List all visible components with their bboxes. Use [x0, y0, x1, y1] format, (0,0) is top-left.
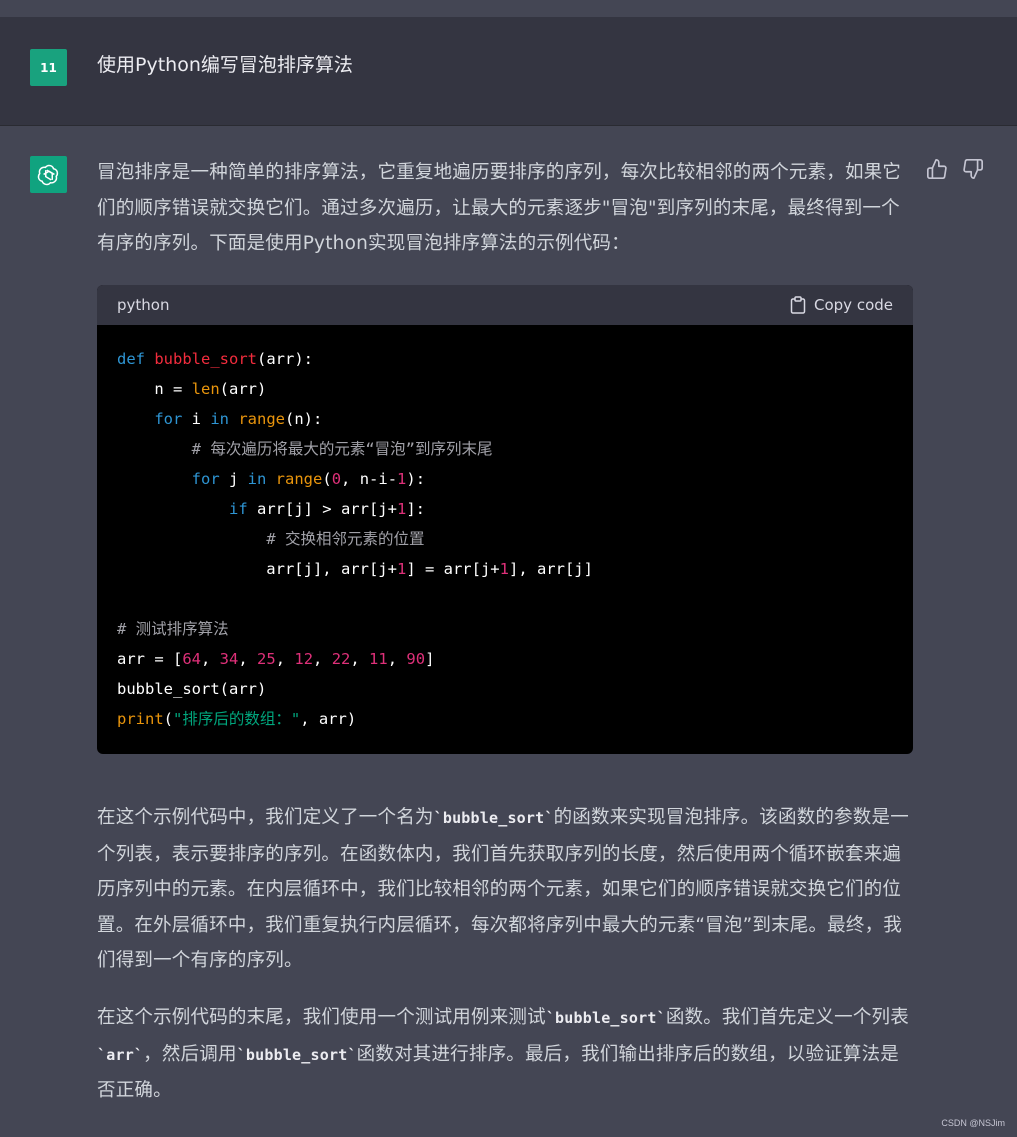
text-span: ，然后调用	[143, 1043, 237, 1065]
text-span: 函数。我们首先定义一个列表	[665, 1007, 909, 1028]
explanation-paragraph-1: 在这个示例代码中，我们定义了一个名为`bubble_sort`的函数来实现冒泡排…	[97, 800, 917, 979]
code-line: arr = [64, 34, 25, 12, 22, 11, 90]	[117, 650, 435, 668]
clipboard-icon	[790, 296, 806, 314]
code-line: arr[j], arr[j+1] = arr[j+1], arr[j]	[117, 560, 593, 578]
code-line: print("排序后的数组：", arr)	[117, 710, 357, 728]
inline-code: `bubble_sort`	[545, 1009, 666, 1027]
code-line: for j in range(0, n-i-1):	[191, 470, 426, 488]
text-span: 的函数来实现冒泡排序。该函数的参数是一个列表，表示要排序的序列。在函数体内，我们…	[97, 807, 909, 971]
code-line: # 测试排序算法	[117, 620, 229, 638]
code-line: if arr[j] > arr[j+1]:	[228, 500, 425, 518]
user-avatar: 11	[30, 49, 67, 86]
code-block: python Copy code def bubble_sort(arr): n…	[97, 285, 913, 754]
thumbs-up-icon[interactable]	[926, 158, 948, 180]
code-line: bubble_sort(arr)	[117, 680, 267, 698]
code-language-label: python	[117, 296, 170, 314]
code-line: # 交换相邻元素的位置	[266, 530, 425, 548]
explanation-paragraph-2: 在这个示例代码的末尾，我们使用一个测试用例来测试`bubble_sort`函数。…	[97, 1000, 917, 1109]
copy-code-label: Copy code	[814, 296, 893, 314]
inline-code: `bubble_sort`	[433, 809, 554, 827]
code-line: def bubble_sort(arr):	[117, 350, 313, 368]
assistant-intro-text: 冒泡排序是一种简单的排序算法，它重复地遍历要排序的序列，每次比较相邻的两个元素，…	[97, 162, 902, 254]
code-line: # 每次遍历将最大的元素“冒泡”到序列末尾	[191, 440, 493, 458]
text-span: 在这个示例代码中，我们定义了一个名为	[97, 807, 434, 828]
code-content[interactable]: def bubble_sort(arr): n = len(arr) for i…	[97, 325, 913, 753]
code-line: for i in range(n):	[154, 410, 323, 428]
watermark: CSDN @NSJim	[941, 1118, 1005, 1128]
user-message-text: 使用Python编写冒泡排序算法	[97, 54, 353, 76]
inline-code: `arr`	[97, 1045, 144, 1064]
inline-code: `bubble_sort`	[236, 1045, 357, 1064]
code-block-header: python Copy code	[97, 285, 913, 325]
feedback-buttons	[926, 158, 984, 180]
text-span: 在这个示例代码的末尾，我们使用一个测试用例来测试	[97, 1007, 546, 1028]
top-strip	[0, 0, 1017, 17]
code-line: n = len(arr)	[117, 380, 267, 398]
copy-code-button[interactable]: Copy code	[790, 296, 893, 314]
thumbs-down-icon[interactable]	[962, 158, 984, 180]
user-message-row: 11 使用Python编写冒泡排序算法	[0, 17, 1017, 126]
openai-logo-icon	[30, 156, 67, 193]
